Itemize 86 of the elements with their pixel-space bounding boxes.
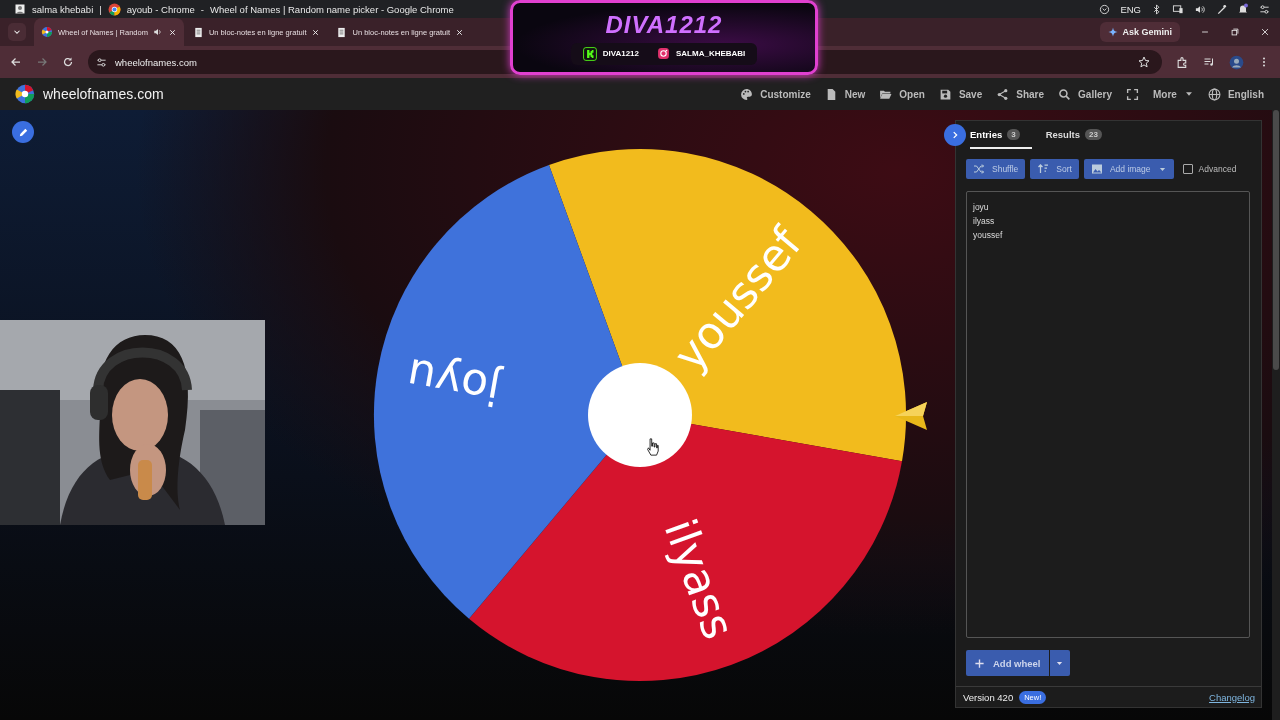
- bell-icon[interactable]: [1237, 3, 1249, 15]
- version-text: Version 420: [963, 691, 1014, 703]
- title-text: salma khebabi: [32, 3, 94, 15]
- plus-icon: [974, 657, 985, 669]
- customize-button[interactable]: Customize: [740, 87, 811, 101]
- fullscreen-icon[interactable]: [1125, 87, 1139, 101]
- separator-text: -: [200, 3, 205, 15]
- speaker-icon[interactable]: [1194, 3, 1206, 15]
- back-icon[interactable]: [10, 56, 22, 68]
- k-logo-icon: [582, 46, 597, 61]
- star-icon[interactable]: [1138, 56, 1150, 68]
- media-icon[interactable]: [1203, 56, 1215, 68]
- user-icon: [14, 3, 26, 15]
- scrollbar[interactable]: [1272, 110, 1280, 720]
- wheel-logo-icon: [14, 83, 36, 105]
- wheel-label: ilyass: [654, 512, 745, 646]
- more-menu[interactable]: More: [1152, 88, 1194, 100]
- bluetooth-icon[interactable]: [1151, 3, 1162, 15]
- ask-gemini-button[interactable]: Ask Gemini: [1100, 22, 1180, 42]
- open-button[interactable]: Open: [879, 87, 925, 101]
- handle-text: DIVA1212: [602, 49, 639, 58]
- dropdown-button[interactable]: [1049, 650, 1070, 676]
- hand-cursor-icon: [646, 438, 659, 456]
- pencil-icon: [17, 126, 29, 138]
- close-icon[interactable]: [167, 27, 177, 37]
- entries-field[interactable]: joyu ilyass youssef: [966, 191, 1250, 638]
- title-text: Wheel of Names | Random name picker - Google Chrome: [210, 3, 454, 15]
- collapse-button[interactable]: [944, 124, 966, 146]
- chrome-icon: [107, 2, 121, 16]
- separator-text: |: [99, 3, 102, 15]
- language-indicator[interactable]: ENG: [1120, 3, 1141, 15]
- checkbox-label: Advanced: [1198, 164, 1237, 174]
- sparkle-icon: [1108, 27, 1119, 37]
- new-button[interactable]: New: [824, 87, 866, 101]
- document-icon: [336, 26, 348, 38]
- sidebar-tab[interactable]: Results 23: [1035, 121, 1112, 149]
- puzzle-icon[interactable]: [1176, 55, 1189, 69]
- changelog-link[interactable]: Changelog: [1209, 691, 1255, 703]
- image-button[interactable]: Add image: [1083, 159, 1174, 179]
- reload-icon[interactable]: [62, 56, 74, 68]
- save-button[interactable]: Save: [938, 87, 983, 101]
- entry-line: youssef: [973, 229, 1004, 242]
- chevron-icon[interactable]: [1099, 3, 1111, 15]
- share-icon: [996, 87, 1010, 101]
- edit-button[interactable]: [12, 121, 34, 143]
- scrollbar-thumb[interactable]: [1273, 110, 1279, 370]
- banner-title: DIVA1212: [605, 10, 723, 39]
- language-button[interactable]: English: [1207, 87, 1264, 101]
- globe-icon: [1207, 87, 1221, 101]
- speaker-icon[interactable]: [152, 27, 163, 37]
- site-settings-icon[interactable]: [96, 56, 107, 68]
- document-icon: [192, 26, 204, 38]
- share-button[interactable]: Share: [996, 87, 1045, 101]
- title-text: ayoub - Chrome: [126, 3, 195, 15]
- camera-icon: [657, 47, 670, 60]
- wheel-drawing[interactable]: [373, 149, 906, 681]
- advanced-checkbox[interactable]: [1182, 164, 1193, 174]
- tab-list-button[interactable]: [8, 23, 26, 41]
- entry-line: ilyass: [973, 215, 996, 228]
- restore-icon[interactable]: [1230, 27, 1240, 37]
- image-icon: [1090, 163, 1103, 175]
- count-badge: 23: [1085, 128, 1102, 140]
- sort-icon: [1037, 163, 1050, 175]
- wheel-logo-icon: [41, 26, 53, 38]
- sort-button[interactable]: Sort: [1030, 159, 1079, 179]
- palette-icon: [740, 87, 754, 101]
- close-icon[interactable]: [311, 27, 321, 37]
- search-icon: [1058, 87, 1072, 101]
- pen-icon[interactable]: [1216, 3, 1227, 15]
- sidebar-tab[interactable]: Entries 3: [970, 121, 1032, 149]
- wheel-label: joyu: [403, 348, 504, 416]
- handle-text: SALMA_KHEBABI: [676, 49, 746, 58]
- shuffle-icon: [973, 163, 985, 175]
- shuffle-button[interactable]: Shuffle: [966, 159, 1026, 179]
- close-icon[interactable]: [455, 27, 465, 37]
- chevron-icon: [950, 130, 960, 140]
- count-badge: 3: [1007, 128, 1020, 140]
- settings-icon[interactable]: [1259, 3, 1270, 15]
- site-logo-text[interactable]: wheelofnames.com: [43, 86, 164, 102]
- entry-line: joyu: [973, 201, 990, 214]
- add-wheel-button[interactable]: Add wheel: [966, 650, 1049, 676]
- gallery-button[interactable]: Gallery: [1058, 87, 1112, 101]
- avatar-icon[interactable]: [1229, 54, 1244, 70]
- monitor-icon[interactable]: [1172, 3, 1184, 15]
- forward-icon[interactable]: [36, 56, 48, 68]
- close-icon[interactable]: [1260, 27, 1270, 37]
